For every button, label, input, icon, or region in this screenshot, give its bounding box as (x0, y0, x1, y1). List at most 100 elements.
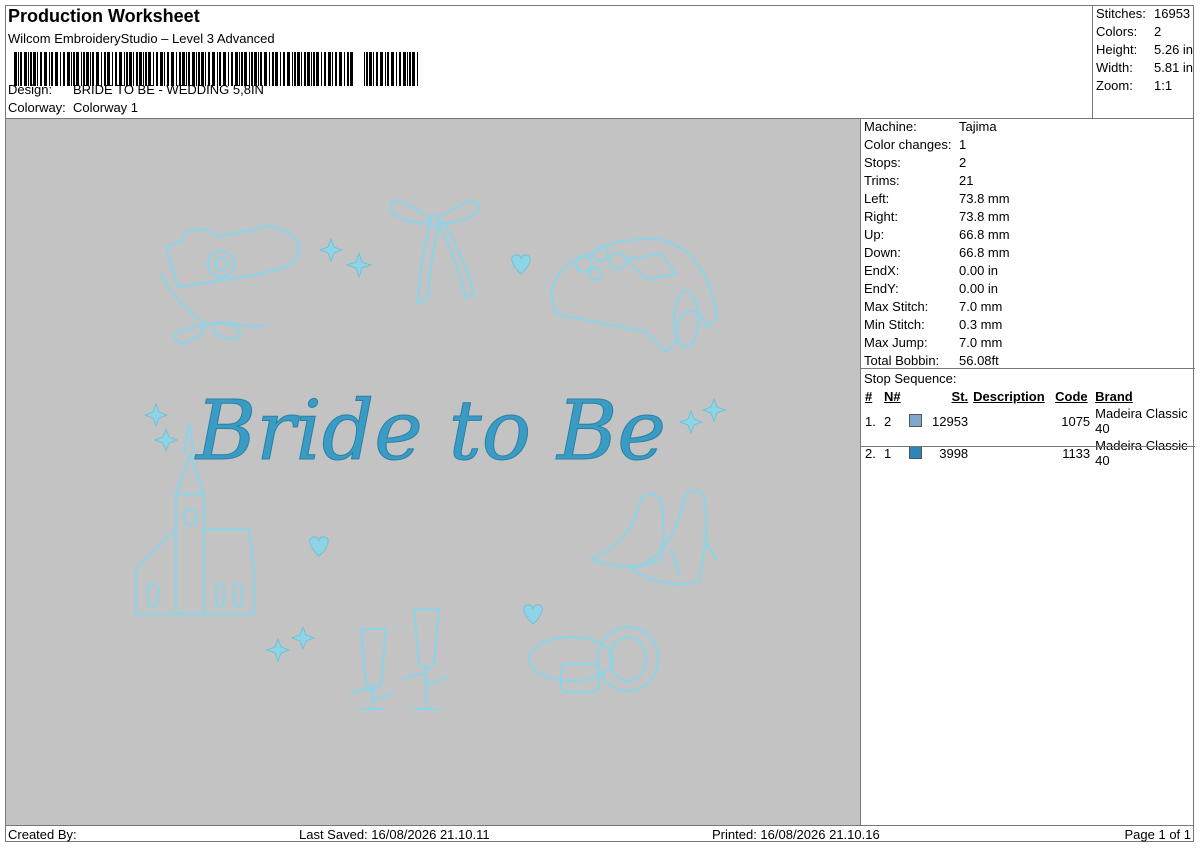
barcode-bar (73, 52, 75, 86)
sparkle-icon (318, 237, 344, 263)
barcode-bar (129, 52, 132, 86)
barcode-bar (304, 52, 306, 86)
camera-motif (159, 225, 301, 346)
row-index: 2. (865, 445, 876, 461)
col-stitches: St. (951, 389, 969, 404)
machine-info-value: 73.8 mm (959, 209, 1010, 224)
colorway-label: Colorway: (8, 100, 66, 115)
barcode-bar (24, 52, 27, 86)
barcode-bar (311, 52, 312, 86)
last-saved: Last Saved: 16/08/2026 21.10.11 (299, 827, 490, 842)
barcode-bar (186, 52, 187, 86)
worksheet-header: Production Worksheet Wilcom EmbroiderySt… (5, 5, 1093, 118)
barcode-bar (167, 52, 169, 86)
barcode-bar (112, 52, 113, 86)
heart-icon (511, 254, 531, 275)
barcode-bar (347, 52, 349, 86)
barcode-bar (49, 52, 50, 86)
design-text: Bride to Be (194, 384, 666, 479)
machine-info-label: Min Stitch: (864, 317, 925, 332)
machine-info-label: Right: (864, 209, 898, 224)
embroidery-artwork: Bride to Be (134, 200, 727, 711)
machine-info-label: Max Jump: (864, 335, 928, 350)
barcode-bar (294, 52, 296, 86)
car-motif (549, 237, 718, 354)
barcode-bar (287, 52, 290, 86)
col-description: Description (973, 389, 1045, 404)
barcode-bar (260, 52, 262, 86)
barcode-bar (119, 52, 122, 86)
barcode-bar (160, 52, 163, 86)
barcode-bar (156, 52, 158, 86)
barcode-bar (107, 52, 110, 86)
barcode-bar (126, 52, 128, 86)
heart-icon (309, 536, 329, 557)
barcode-bar (241, 52, 243, 86)
sparkle-icon (290, 625, 316, 651)
barcode-bar (136, 52, 138, 86)
barcode-bar (51, 52, 53, 86)
table-row: 2. 1 3998 1133 Madeira Classic 40 (864, 437, 1195, 469)
barcode-bar (264, 52, 267, 86)
barcode-bar (409, 52, 411, 86)
printed-date: Printed: 16/08/2026 21.10.16 (712, 827, 880, 842)
created-by: Created By: (8, 827, 77, 842)
colors-label: Colors: (1096, 24, 1138, 39)
barcode (14, 52, 418, 86)
barcode-bar (369, 52, 372, 86)
col-code: Code (1055, 389, 1088, 404)
machine-info-value: 0.00 in (959, 263, 999, 278)
barcode-bar (412, 52, 415, 86)
barcode-bar (332, 52, 333, 86)
barcode-bar (145, 52, 147, 86)
barcode-bar (198, 52, 200, 86)
barcode-bar (55, 52, 58, 86)
barcode-bar (30, 52, 32, 86)
barcode-bar (115, 52, 117, 86)
row-needle: 1 (883, 437, 931, 469)
row-stitches: 12953 (932, 413, 969, 429)
machine-info-label: Max Stitch: (864, 299, 929, 314)
barcode-bar (292, 52, 293, 86)
sparkle-icon (701, 397, 727, 423)
barcode-bar (219, 52, 221, 86)
barcode-bar (124, 52, 125, 86)
barcode-bar (28, 52, 29, 86)
machine-info-label: Down: (864, 245, 901, 260)
machine-info-panel: Machine: Tajima Color changes: 1 Stops: 2 Trim… (860, 118, 1195, 825)
barcode-bar (297, 52, 300, 86)
machine-info-label: Trims: (864, 173, 900, 188)
machine-info-value: 56.08ft (959, 353, 999, 368)
barcode-bar (188, 52, 190, 86)
barcode-bar (18, 52, 19, 86)
barcode-bar (254, 52, 257, 86)
stitches-label: Stitches: (1096, 6, 1146, 21)
stop-sequence-table: # N# St. Description Code Brand 1. 2 129… (864, 388, 1195, 469)
machine-info-value: Tajima (959, 119, 997, 134)
barcode-bar (92, 52, 94, 86)
colors-value: 2 (1154, 24, 1162, 39)
worksheet-title: Production Worksheet (8, 6, 200, 26)
table-divider (861, 446, 1195, 447)
barcode-bar (81, 52, 82, 86)
software-name: Wilcom EmbroideryStudio – Level 3 Advanc… (8, 31, 275, 46)
barcode-bar (60, 52, 61, 86)
sparkle-icon (265, 637, 291, 663)
barcode-bar (133, 52, 134, 86)
barcode-bar (272, 52, 274, 86)
rings-motif (527, 625, 660, 694)
barcode-bar (258, 52, 259, 86)
stitches-value: 16953 (1154, 6, 1191, 21)
sparkle-icon (143, 402, 169, 428)
barcode-bar (37, 52, 38, 86)
barcode-bar (366, 52, 368, 86)
machine-info-value: 1 (959, 137, 967, 152)
barcode-bar (139, 52, 142, 86)
machine-info-value: 66.8 mm (959, 245, 1010, 260)
row-brand: Madeira Classic 40 (1095, 438, 1188, 468)
sparkle-icon (678, 409, 704, 435)
barcode-bar (231, 52, 233, 86)
machine-info-value: 2 (959, 155, 967, 170)
zoom-value: 1:1 (1154, 78, 1173, 93)
barcode-bar (283, 52, 285, 86)
